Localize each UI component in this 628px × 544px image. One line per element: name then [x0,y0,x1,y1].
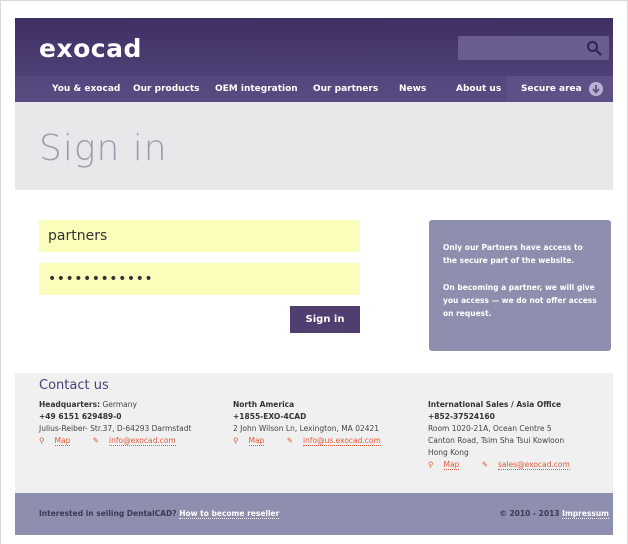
pencil-icon: ✎ [481,460,489,469]
intl-label: International Sales / Asia Office [428,400,562,409]
contact-headquarters: Headquarters: Germany +49 6151 629489-0 … [39,399,191,447]
hq-phone: +49 6151 629489-0 [39,412,122,421]
intl-address-1: Room 1020-21A, Ocean Centre 5 [428,424,552,433]
arrow-down-circle-icon [589,82,603,96]
map-pin-icon: ⚲ [39,436,45,445]
hq-label: Headquarters: [39,400,101,409]
contact-north-america: North America +1855-EXO-4CAD 2 John Wils… [233,399,391,447]
map-pin-icon: ⚲ [428,460,434,469]
copyright-text: © 2010 - 2013 [499,509,560,518]
nav-about-us[interactable]: About us [456,76,501,102]
na-phone: +1855-EXO-4CAD [233,412,307,421]
hq-country: Germany [100,400,137,409]
hq-email-link[interactable]: info@exocad.com [109,436,176,446]
contact-international: International Sales / Asia Office +852-3… [428,399,580,471]
intl-map-link[interactable]: Map [443,460,460,470]
site-footer: Interested in selling DentalCAD? How to … [15,493,613,535]
signin-button[interactable]: Sign in [290,306,360,333]
main-nav: You & exocad Our products OEM integratio… [15,76,613,102]
nav-oem-integration[interactable]: OEM integration [215,76,298,102]
hq-map-link[interactable]: Map [54,436,71,446]
nav-news[interactable]: News [399,76,426,102]
page-title: Sign in [39,128,168,169]
contact-title: Contact us [39,378,109,393]
pencil-icon: ✎ [286,436,294,445]
nav-secure-area-label: Secure area [521,84,582,94]
nav-our-partners[interactable]: Our partners [313,76,378,102]
na-map-link[interactable]: Map [248,436,265,446]
impressum-link[interactable]: Impressum [562,509,609,519]
map-pin-icon: ⚲ [233,436,239,445]
intl-address-3: Hong Kong [428,448,469,457]
na-label: North America [233,400,295,409]
na-email-link[interactable]: info@us.exocad.com [303,436,381,446]
footer-copyright: © 2010 - 2013 Impressum [499,509,609,519]
hq-address: Julius-Reiber- Str.37, D-64293 Darmstadt [39,424,192,433]
info-text-access: Only our Partners have access to the sec… [443,243,583,265]
footer-reseller: Interested in selling DentalCAD? How to … [39,509,280,519]
site-header: exocad You & exocad Our products OEM int… [15,18,613,102]
nav-secure-area[interactable]: Secure area [507,76,613,102]
search-input[interactable] [458,36,609,60]
search-icon[interactable] [586,40,602,56]
contact-section: Contact us Headquarters: Germany +49 615… [15,373,613,493]
page: exocad You & exocad Our products OEM int… [15,18,613,544]
intl-phone: +852-37524160 [428,412,495,421]
info-text-partner: On becoming a partner, we will give you … [443,283,597,318]
intl-email-link[interactable]: sales@exocad.com [498,460,570,470]
nav-our-products[interactable]: Our products [133,76,200,102]
pencil-icon: ✎ [92,436,100,445]
intl-address-2: Canton Road, Tsim Sha Tsui Kowloon [428,436,565,445]
partner-info-box: Only our Partners have access to the sec… [429,220,611,351]
na-address: 2 John Wilson Ln, Lexington, MA 02421 [233,424,380,433]
password-field[interactable]: •••••••••••• [39,263,360,295]
footer-text: Interested in selling DentalCAD? [39,509,177,518]
username-field[interactable]: partners [39,220,360,252]
title-band: Sign in [15,102,613,190]
nav-you-and-exocad[interactable]: You & exocad [52,76,120,102]
reseller-link[interactable]: How to become reseller [179,509,280,519]
exocad-logo[interactable]: exocad [39,34,142,63]
